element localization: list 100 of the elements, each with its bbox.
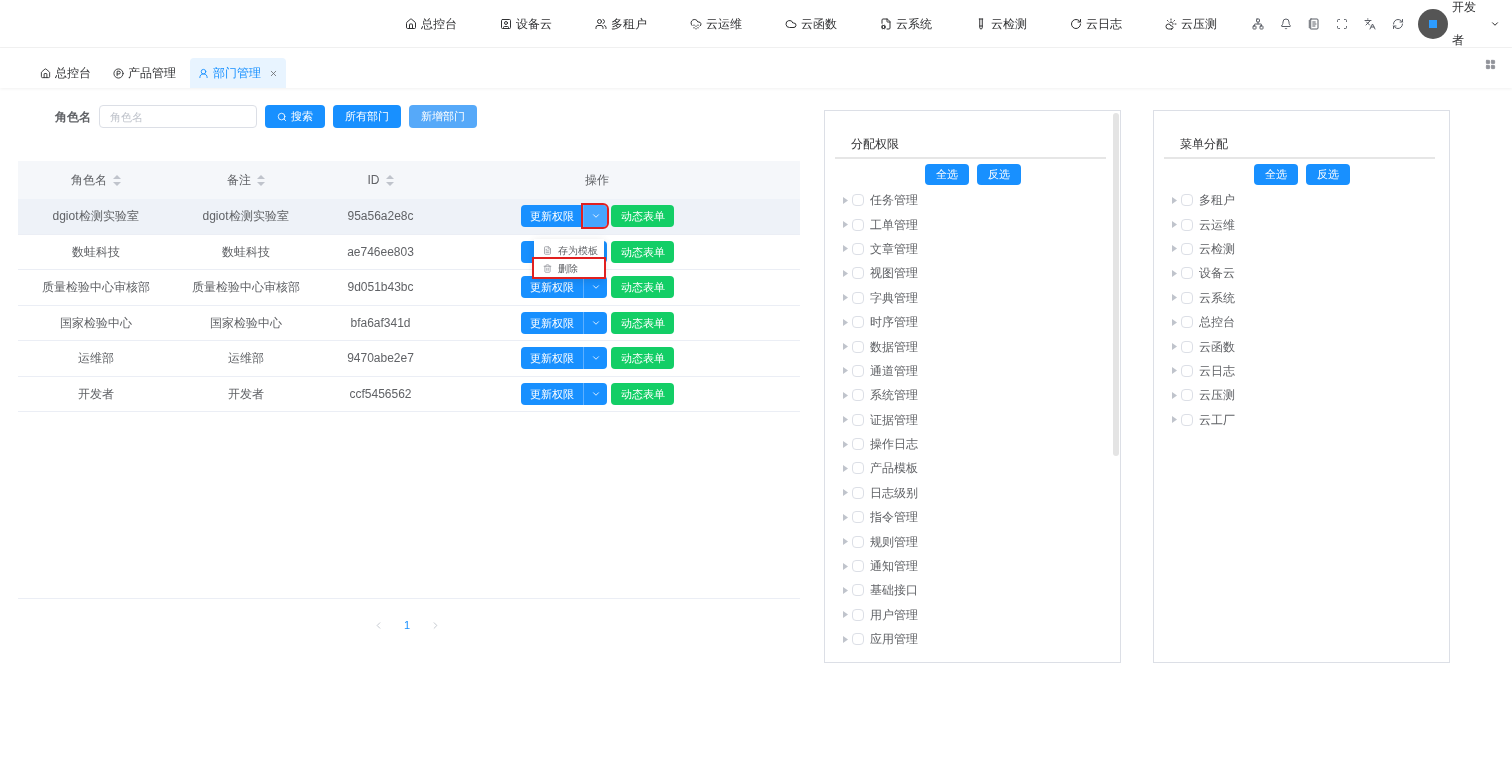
tree-item-label[interactable]: 云检测 [1199,239,1235,258]
tree-item-label[interactable]: 产品模板 [870,459,918,478]
expand-caret-icon[interactable] [843,562,848,570]
checkbox[interactable] [852,316,864,329]
checkbox[interactable] [852,267,864,280]
expand-caret-icon[interactable] [843,465,848,472]
tree-item-label[interactable]: 字典管理 [870,288,918,307]
tree-item-label[interactable]: 云运维 [1199,215,1235,234]
expand-caret-icon[interactable] [1172,269,1177,277]
dropdown-toggle[interactable] [583,347,607,370]
tree-item-label[interactable]: 视图管理 [870,264,918,283]
expand-caret-icon[interactable] [843,635,848,643]
scrollbar[interactable] [1113,113,1119,456]
tree-item-label[interactable]: 云日志 [1199,361,1235,380]
tree-item-label[interactable]: 工单管理 [870,215,918,234]
checkbox[interactable] [852,535,864,548]
sort-icon[interactable] [385,174,394,186]
page-number[interactable]: 1 [404,617,411,634]
checkbox[interactable] [1181,340,1193,353]
checkbox[interactable] [852,560,864,573]
tree-item-label[interactable]: 多租户 [1199,191,1235,210]
close-icon[interactable] [269,68,278,78]
tree-item-label[interactable]: 设备云 [1199,264,1235,283]
nav-item[interactable]: 总控台 [405,14,500,33]
tree-item-label[interactable]: 时序管理 [870,313,918,332]
tree-item-label[interactable]: 文章管理 [870,239,918,258]
translate-icon[interactable] [1364,17,1376,30]
expand-caret-icon[interactable] [843,391,848,399]
nav-item[interactable]: 云函数 [785,14,880,33]
expand-caret-icon[interactable] [843,221,848,229]
nav-item[interactable]: 多租户 [595,14,690,33]
dropdown-toggle[interactable] [583,311,607,334]
tree-item-label[interactable]: 云工厂 [1199,410,1235,429]
checkbox[interactable] [852,340,864,353]
nav-item[interactable]: 云系统 [880,14,975,33]
dropdown-toggle[interactable] [583,382,607,405]
search-field[interactable]: 角色名 [99,105,257,128]
nav-item[interactable]: 云检测 [975,14,1070,33]
tree-item-label[interactable]: 云函数 [1199,337,1235,356]
notebook-icon[interactable] [1308,17,1320,30]
network-icon[interactable] [1252,17,1264,30]
checkbox[interactable] [1181,242,1193,255]
tree-item-label[interactable]: 应用管理 [870,630,918,649]
expand-caret-icon[interactable] [843,318,848,326]
expand-caret-icon[interactable] [843,343,848,351]
expand-caret-icon[interactable] [1172,391,1177,399]
page-tab[interactable]: 总控台 [32,58,99,88]
checkbox[interactable] [852,511,864,524]
tree-item-label[interactable]: 基础接口 [870,581,918,600]
expand-caret-icon[interactable] [1172,367,1177,375]
checkbox[interactable] [1181,316,1193,329]
nav-item[interactable]: 云压测 [1165,14,1260,33]
checkbox[interactable] [852,194,864,207]
checkbox[interactable] [1181,389,1193,402]
expand-caret-icon[interactable] [843,367,848,375]
checkbox[interactable] [852,486,864,499]
nav-item[interactable]: 云日志 [1070,14,1165,33]
tree-item-label[interactable]: 指令管理 [870,508,918,527]
user-name[interactable]: 开发者 [1452,0,1478,57]
bell-icon[interactable] [1280,17,1292,30]
page-tab[interactable]: 产品管理 [105,58,184,88]
expand-caret-icon[interactable] [843,611,848,619]
expand-caret-icon[interactable] [843,538,848,546]
checkbox[interactable] [852,584,864,597]
expand-caret-icon[interactable] [1172,416,1177,424]
expand-caret-icon[interactable] [843,196,848,204]
tree-item-label[interactable]: 日志级别 [870,483,918,502]
grid-icon[interactable] [1485,59,1496,70]
checkbox[interactable] [1181,291,1193,304]
expand-caret-icon[interactable] [1172,221,1177,229]
refresh-icon[interactable] [1392,17,1404,30]
tree-item-label[interactable]: 证据管理 [870,410,918,429]
expand-caret-icon[interactable] [843,269,848,277]
checkbox[interactable] [1181,218,1193,231]
checkbox[interactable] [852,438,864,451]
expand-caret-icon[interactable] [843,489,848,497]
checkbox[interactable] [852,633,864,646]
expand-caret-icon[interactable] [1172,318,1177,326]
expand-caret-icon[interactable] [1172,294,1177,302]
checkbox[interactable] [852,462,864,475]
tree-item-label[interactable]: 数据管理 [870,337,918,356]
tree-item-label[interactable]: 云系统 [1199,288,1235,307]
avatar[interactable] [1418,8,1448,39]
expand-caret-icon[interactable] [843,586,848,594]
nav-item[interactable]: 云运维 [690,14,785,33]
tree-item-label[interactable]: 规则管理 [870,532,918,551]
tree-item-label[interactable]: 总控台 [1199,313,1235,332]
checkbox[interactable] [1181,267,1193,280]
tree-item-label[interactable]: 通道管理 [870,361,918,380]
checkbox[interactable] [1181,413,1193,426]
tree-item-label[interactable]: 通知管理 [870,557,918,576]
checkbox[interactable] [852,291,864,304]
sort-icon[interactable] [112,174,121,186]
checkbox[interactable] [1181,364,1193,377]
expand-caret-icon[interactable] [1172,343,1177,351]
checkbox[interactable] [852,413,864,426]
checkbox[interactable] [852,242,864,255]
expand-caret-icon[interactable] [843,416,848,424]
expand-caret-icon[interactable] [1172,196,1177,204]
tree-item-label[interactable]: 用户管理 [870,605,918,624]
